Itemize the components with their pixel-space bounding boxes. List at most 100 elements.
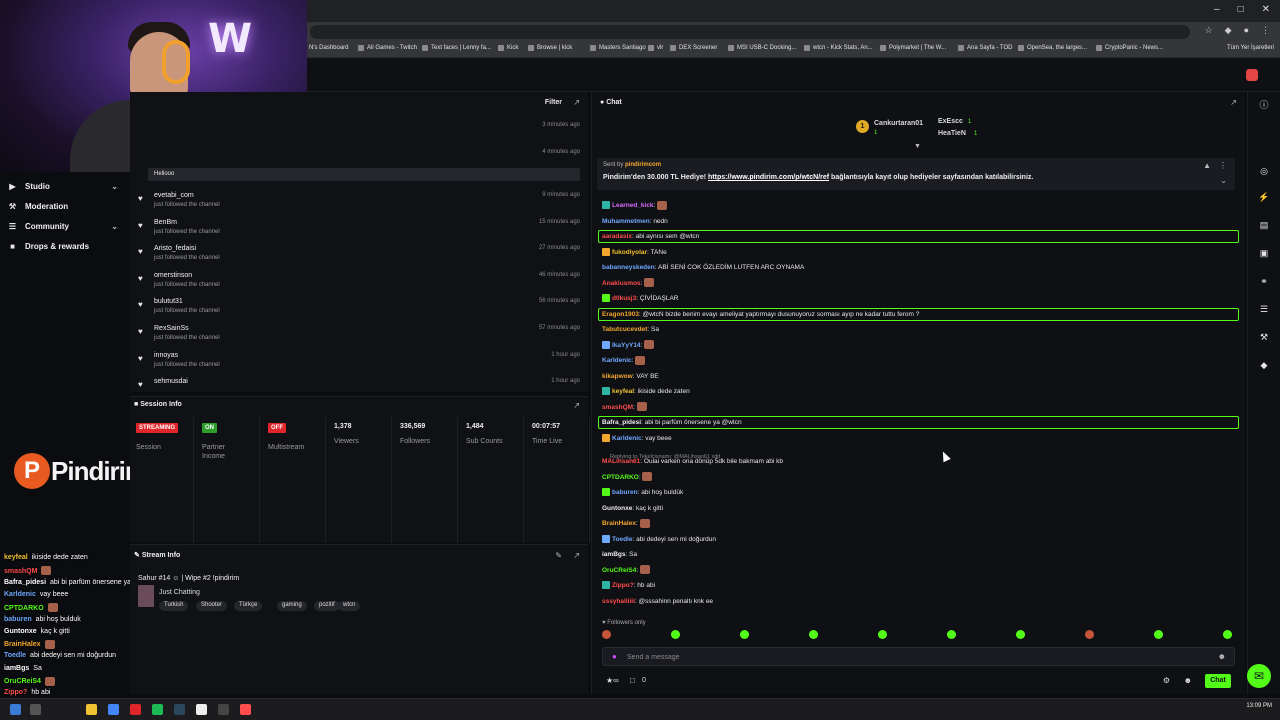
bookmark-item[interactable]: vlr (648, 45, 663, 51)
chat-username[interactable]: d0kusj3 (612, 295, 636, 302)
maximize-icon[interactable]: □ (1238, 4, 1244, 15)
chat-message[interactable]: Karldenic: (602, 355, 646, 367)
chat-message[interactable]: CPTDARKO: (602, 472, 653, 484)
chat-username[interactable]: aaradasix (602, 233, 632, 240)
popout-icon[interactable]: ↗ (573, 98, 580, 107)
follower-name[interactable]: BenBm (154, 219, 177, 226)
chat-username[interactable]: iamBgs (602, 551, 625, 558)
bookmark-item[interactable]: Masters Santiago (590, 45, 646, 51)
folder-icon[interactable] (86, 704, 97, 715)
quick-emote-icon[interactable] (1223, 630, 1232, 639)
chat-message[interactable]: d0kusj3: ÇİVİDAŞLAR (602, 293, 679, 305)
stream-tag[interactable]: Türkçe (234, 601, 263, 611)
pinned-link[interactable]: https://www.pindirim.com/p/wtcN/ref (708, 174, 829, 181)
profile-icon[interactable]: ● (1244, 25, 1249, 36)
chat-username[interactable]: fukodiyolar (612, 249, 647, 256)
bookmark-item[interactable]: N's Dashboard (300, 45, 349, 51)
emote-picker-icon[interactable]: ☻ (1218, 652, 1226, 661)
popout-icon[interactable]: ↗ (1230, 98, 1237, 107)
obs-icon[interactable] (196, 704, 207, 715)
chat-username[interactable]: Muhammetmen (602, 218, 650, 225)
chrome-icon[interactable] (108, 704, 119, 715)
chat-message[interactable]: fukodiyolar: TANe (602, 247, 667, 259)
search-icon[interactable] (30, 704, 41, 715)
spotify-icon[interactable] (152, 704, 163, 715)
trash-icon[interactable]: □ (630, 676, 635, 685)
tools-icon[interactable]: ⚒ (1257, 330, 1271, 344)
chat-username[interactable]: Bafra_pidesi (602, 419, 641, 426)
bookmark-item[interactable]: Browse | kick (528, 45, 572, 51)
quick-emote-icon[interactable] (671, 630, 680, 639)
chat-message[interactable]: aaradasix: abi aynısı sem @wtcn (602, 231, 699, 243)
info-icon[interactable]: ⓘ (1257, 98, 1271, 112)
app-icon[interactable] (130, 704, 141, 715)
settings-icon[interactable]: ⚙ (1163, 676, 1170, 685)
chevron-down-icon[interactable]: ⌄ (111, 222, 118, 231)
bookmark-item[interactable]: All Games - Twitch (358, 45, 417, 51)
bookmark-item[interactable]: MSI USB-C Docking... (728, 45, 796, 51)
quick-emote-icon[interactable] (809, 630, 818, 639)
steam-icon[interactable] (174, 704, 185, 715)
chat-username[interactable]: Eragon1903 (602, 311, 639, 318)
nodes-icon[interactable]: ◆ (1257, 358, 1271, 372)
chat-username[interactable]: babanneyskeden (602, 264, 655, 271)
status-badge[interactable]: OFF (268, 423, 286, 433)
quick-emote-icon[interactable] (1016, 630, 1025, 639)
chat-message[interactable]: Bafra_pidesi: abi bi parfüm önersene ya … (602, 417, 742, 429)
popout-icon[interactable]: ↗ (573, 551, 580, 560)
url-field[interactable] (310, 25, 1190, 39)
chevron-down-icon[interactable]: ⌄ (1220, 176, 1227, 185)
chat-username[interactable]: Karldenic (612, 435, 642, 442)
link-icon[interactable]: ⚭ (1257, 274, 1271, 288)
bookmark-item[interactable]: Polymarket | The W... (880, 45, 946, 51)
chat-username[interactable]: Karldenic (602, 357, 632, 364)
chat-username[interactable]: Learned_kick (612, 202, 654, 209)
follower-name[interactable]: innoyas (154, 352, 178, 359)
chat-username[interactable]: IkaYyY14 (612, 342, 641, 349)
minimize-icon[interactable]: – (1214, 4, 1220, 15)
bookmark-item[interactable]: Text faces | Lenny fa... (422, 45, 491, 51)
points-icon[interactable]: ★∞ (606, 676, 619, 685)
chat-message[interactable]: sssyhaliiiii: @sssahinn penaltı knk ee (602, 596, 713, 608)
chat-message[interactable]: baburen: abi hoş buldük (602, 487, 683, 499)
star-icon[interactable]: ☆ (1205, 25, 1213, 36)
chat-username[interactable]: Toedle (612, 536, 632, 543)
stream-category[interactable]: Just Chatting (159, 589, 200, 596)
chat-message[interactable]: Eragon1903: @wtcN bizde benim evayı amel… (602, 309, 919, 321)
chat-message[interactable]: Toedle: abi dedeyi sen mi doğurdun (602, 534, 716, 546)
bookmark-item[interactable]: CryptoPanic - News... (1096, 45, 1163, 51)
quick-emote-icon[interactable] (1085, 630, 1094, 639)
quick-emote-icon[interactable] (947, 630, 956, 639)
leaderboard-name[interactable]: ExEscc (938, 118, 963, 125)
chat-message[interactable]: kikapwow: VAY BE (602, 371, 659, 383)
chat-username[interactable]: smashQM (602, 404, 633, 411)
extension-icon[interactable]: ◆ (1225, 25, 1232, 36)
chat-message[interactable]: BrainHalex: (602, 518, 650, 530)
chat-message[interactable]: babanneyskeden: ABİ SENİ COK ÖZLEDİM LUT… (602, 262, 804, 274)
chat-username[interactable]: Guntonxe (602, 505, 632, 512)
bookmark-item[interactable]: Ana Sayfa - TOD (958, 45, 1012, 51)
bookmark-item[interactable]: DEX Screener (670, 45, 717, 51)
pinned-sender-name[interactable]: pindirimcom (625, 162, 661, 168)
chat-message[interactable]: iamBgs: Sa (602, 549, 637, 561)
other-bookmarks[interactable]: Tüm Yer İşaretleri (1227, 45, 1274, 51)
chat-bubble-icon[interactable]: ▣ (1257, 246, 1271, 260)
bookmark-item[interactable]: Kick (498, 45, 518, 51)
follower-name[interactable]: RexSainSs (154, 325, 189, 332)
chat-username[interactable]: Tabutcucevdet (602, 326, 647, 333)
terminal-icon[interactable] (218, 704, 229, 715)
start-icon[interactable] (10, 704, 21, 715)
chat-message-input[interactable] (627, 651, 1207, 663)
chevron-down-icon[interactable]: ⌄ (111, 182, 118, 191)
chat-username[interactable]: BrainHalex (602, 520, 636, 527)
bookmark-item[interactable]: wtcn - Kick Stats, An... (804, 45, 873, 51)
leaderboard-name[interactable]: HeaTieN (938, 130, 966, 137)
stream-tag[interactable]: gaming (277, 601, 307, 611)
edit-icon[interactable]: ✎ (555, 551, 562, 560)
quick-emote-icon[interactable] (1154, 630, 1163, 639)
stream-tag[interactable]: pozitif (314, 601, 340, 611)
quick-emote-icon[interactable] (602, 630, 611, 639)
users-icon[interactable]: ☻ (1184, 676, 1192, 685)
chat-username[interactable]: sssyhaliiiii (602, 598, 635, 605)
sidebar-item-drops[interactable]: ■ Drops & rewards (8, 238, 122, 254)
